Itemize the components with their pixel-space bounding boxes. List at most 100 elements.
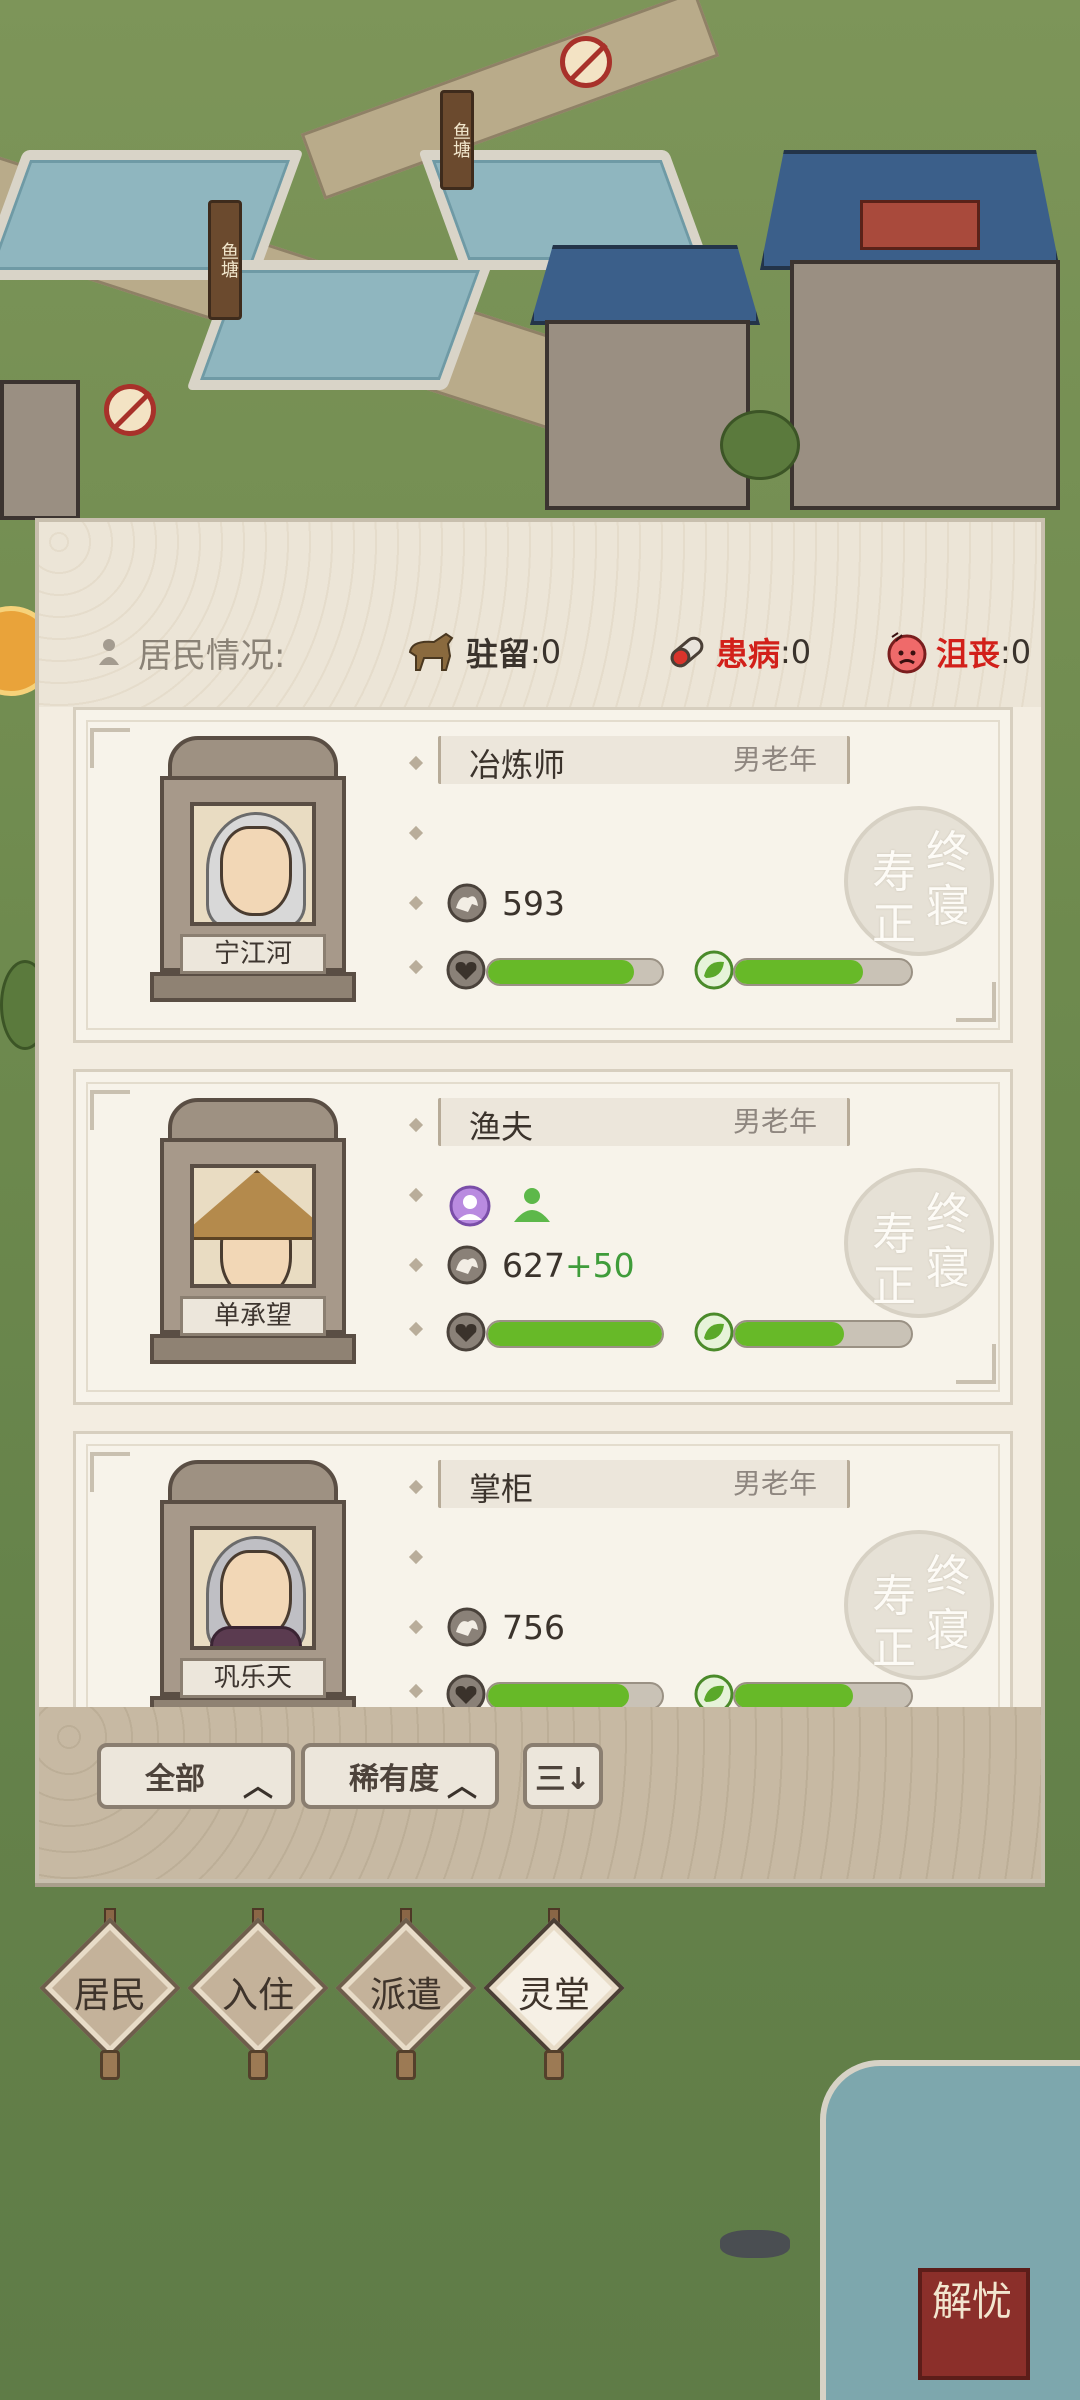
stay-count: :0	[530, 633, 562, 671]
mood-bar-fill	[735, 1684, 853, 1707]
tassel	[396, 2050, 416, 2080]
mood-bar	[733, 1320, 913, 1348]
rarity-sort-label: 稀有度	[349, 1762, 439, 1797]
nav-residents[interactable]: 居民	[39, 1908, 181, 2080]
filter-all-button[interactable]: 全部 ︿	[97, 1743, 295, 1809]
strength-icon	[447, 883, 487, 923]
fish-pond-sign[interactable]: 鱼塘	[208, 200, 242, 320]
heart-icon	[446, 950, 486, 990]
resident-card[interactable]: 单承望 渔夫 男老年 627 +50 寿 终 正 寝	[73, 1069, 1013, 1405]
building-roof	[530, 245, 760, 325]
portrait-frame[interactable]: 巩乐天	[146, 1460, 360, 1707]
resident-name: 巩乐天	[180, 1658, 326, 1698]
mood-bar	[733, 958, 913, 986]
resident-list[interactable]: 宁江河 冶炼师 男老年 593 寿 终 正 寝 单承望 渔夫 男老年 627 +…	[39, 707, 1041, 1707]
sort-order-icon: 三↓	[535, 1762, 591, 1797]
job-banner: 掌柜 男老年	[438, 1460, 850, 1508]
job-banner: 冶炼师 男老年	[438, 736, 850, 784]
gender-age: 男老年	[732, 1467, 817, 1500]
heart-icon	[446, 1674, 486, 1707]
fish-pond-sign[interactable]: 鱼塘	[440, 90, 474, 190]
heart-icon	[446, 1312, 486, 1352]
resident-icon	[99, 639, 119, 665]
worry-relief-badge[interactable]: 解忧	[918, 2268, 1030, 2380]
no-entry-icon[interactable]	[104, 384, 156, 436]
building-roof	[860, 200, 980, 250]
residents-panel: 居民情况: 驻留 :0 患病 :0 沮丧:0 宁江河 冶炼师 男老年 593 …	[35, 518, 1045, 1883]
tassel	[100, 2050, 120, 2080]
frame-base	[150, 1334, 356, 1364]
value-row: 593	[446, 880, 565, 926]
seal-char: 正	[872, 1623, 916, 1674]
hall-building[interactable]	[790, 260, 1060, 510]
house-building[interactable]	[0, 380, 80, 520]
portrait-frame[interactable]: 宁江河	[146, 736, 360, 1006]
seal-char: 正	[872, 1261, 916, 1312]
panel-header: 居民情况: 驻留 :0 患病 :0 沮丧:0	[39, 522, 1041, 707]
sick-count: :0	[780, 633, 812, 671]
resident-card[interactable]: 宁江河 冶炼师 男老年 593 寿 终 正 寝	[73, 707, 1013, 1043]
nav-label: 灵堂	[517, 1975, 590, 2016]
tassel	[544, 2050, 564, 2080]
pill-icon	[670, 636, 704, 668]
sort-order-button[interactable]: 三↓	[523, 1743, 603, 1809]
value-number: 593	[502, 883, 565, 923]
card-corner-ornament	[90, 1090, 130, 1130]
value-row: 627 +50	[446, 1242, 635, 1288]
nav-dispatch[interactable]: 派遣	[335, 1908, 477, 2080]
health-bar-fill	[488, 960, 635, 984]
chevron-up-icon: ︿	[243, 1769, 273, 1804]
sick-stat: 患病 :0	[664, 629, 811, 675]
job-banner: 渔夫 男老年	[438, 1098, 850, 1146]
strength-icon	[447, 1245, 487, 1285]
card-corner-ornament	[90, 728, 130, 768]
resident-name: 宁江河	[180, 934, 326, 974]
job-title: 渔夫	[469, 1108, 534, 1146]
job-title: 冶炼师	[469, 746, 566, 784]
natural-death-seal: 寿 终 正 寝	[844, 1530, 994, 1680]
straw-hat	[194, 1170, 312, 1240]
sad-count: :0	[1000, 633, 1032, 671]
portrait-frame[interactable]: 单承望	[146, 1098, 360, 1368]
natural-death-seal: 寿 终 正 寝	[844, 1168, 994, 1318]
job-title: 掌柜	[469, 1470, 534, 1508]
nav-memorial-hall[interactable]: 灵堂	[483, 1908, 625, 2080]
stay-stat: 驻留 :0	[404, 629, 561, 675]
gender-age: 男老年	[732, 743, 817, 776]
mood-bar-fill	[735, 960, 864, 984]
nav-label: 入住	[221, 1975, 294, 2016]
government-building[interactable]	[545, 320, 750, 510]
sad-label: 沮丧	[936, 635, 1001, 673]
mood-bar	[733, 1682, 913, 1707]
card-corner-ornament	[90, 1452, 130, 1492]
trait-icons	[448, 1184, 554, 1230]
stay-label: 驻留	[466, 635, 531, 673]
purple-spirit-icon[interactable]	[448, 1184, 492, 1228]
resident-card[interactable]: 巩乐天 掌柜 男老年 756 寿 终 正 寝	[73, 1431, 1013, 1707]
horse-icon	[408, 632, 454, 671]
tree	[720, 410, 800, 480]
rarity-sort-button[interactable]: 稀有度 ︿	[301, 1743, 499, 1809]
seal-char: 寝	[926, 881, 970, 932]
lake-rock	[720, 2230, 790, 2258]
natural-death-seal: 寿 终 正 寝	[844, 806, 994, 956]
no-entry-icon[interactable]	[560, 36, 612, 88]
value-bonus: +50	[565, 1245, 635, 1285]
resident-portrait	[190, 802, 316, 926]
sad-face-icon	[887, 632, 927, 674]
filter-all-label: 全部	[145, 1762, 205, 1797]
nav-move-in[interactable]: 入住	[187, 1908, 329, 2080]
face	[220, 826, 292, 916]
seal-char: 正	[872, 899, 916, 950]
nav-label: 派遣	[369, 1975, 442, 2016]
mood-bar-fill	[735, 1322, 845, 1346]
green-meditation-icon[interactable]	[510, 1184, 554, 1228]
leaf-icon	[694, 1312, 734, 1352]
value-number: 756	[502, 1607, 565, 1647]
health-bar	[486, 1682, 664, 1707]
health-bar	[486, 1320, 664, 1348]
value-row: 756	[446, 1604, 565, 1650]
sick-label: 患病	[716, 635, 781, 673]
leaf-icon	[694, 1674, 734, 1707]
resident-portrait	[190, 1526, 316, 1650]
